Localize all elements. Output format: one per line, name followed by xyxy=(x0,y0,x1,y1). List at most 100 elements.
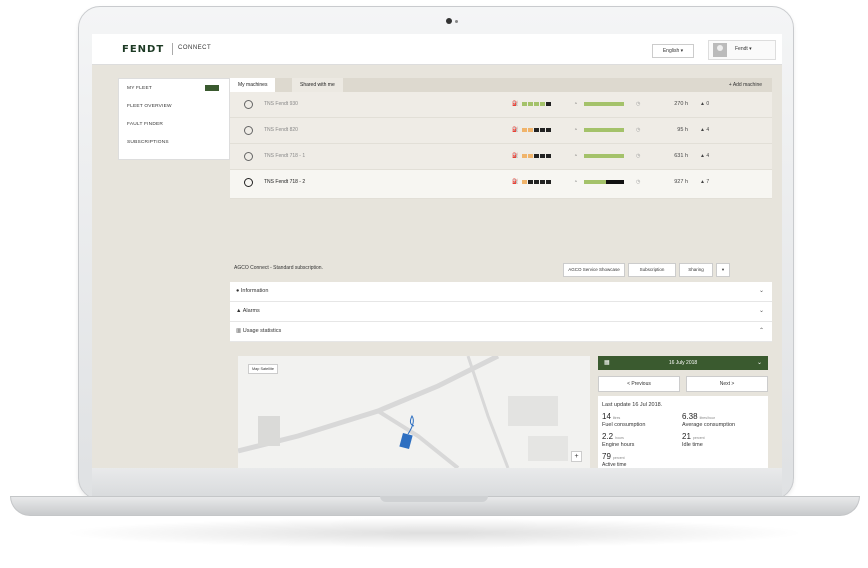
machine-map[interactable]: Map Satellite + xyxy=(238,356,590,468)
active-time-value: 79 percent xyxy=(602,452,625,461)
main-content: My machines Shared with me + Add machine… xyxy=(230,78,772,468)
machine-name: TNS Fendt 718 - 2 xyxy=(264,179,306,185)
engine-hours: 927 h xyxy=(674,179,688,185)
info-icon: ● xyxy=(236,288,240,294)
chevron-down-icon: ⌄ xyxy=(756,360,762,366)
alert-icon: ▲ xyxy=(700,127,705,133)
alert-icon: ▲ xyxy=(700,153,705,159)
engine-hours-value: 2.2 hours xyxy=(602,432,624,441)
subscription-button[interactable]: Subscription xyxy=(628,263,676,277)
average-consumption-label: Average consumption xyxy=(682,422,736,428)
gauge-icon: ◔ xyxy=(574,101,578,107)
status-bar xyxy=(584,154,624,158)
alarm-count: ▲ 4 xyxy=(700,127,710,133)
alarm-count: ▲ 7 xyxy=(700,179,710,185)
language-selector[interactable]: English ▾ xyxy=(652,44,694,58)
machine-name: TNS Fendt 718 - 1 xyxy=(264,153,306,159)
accordion-usage-statistics[interactable]: ▥ Usage statistics ⌃ xyxy=(230,322,772,342)
machine-row[interactable]: TNS Fendt 718 - 1 ⛽ ◔ ◷ 631 h ▲ 4 xyxy=(230,144,772,170)
alert-icon: ▲ xyxy=(236,308,242,314)
last-update: Last update 16 Jul 2018. xyxy=(602,402,663,408)
status-bar xyxy=(584,128,624,132)
zoom-in-button[interactable]: + xyxy=(571,451,582,462)
clock-icon: ◷ xyxy=(636,179,641,185)
fuel-icon: ⛽ xyxy=(512,101,519,107)
fuel-consumption-value: 14 litres xyxy=(602,412,621,421)
engine-hours-label: Engine hours xyxy=(602,442,635,448)
idle-time-label: Idle time xyxy=(682,442,703,448)
sharing-button[interactable]: Sharing xyxy=(679,263,713,277)
date-picker[interactable]: ▦ 16 July 2018 ⌄ xyxy=(598,356,768,370)
accordion-label: ▲ Alarms xyxy=(236,308,260,314)
chevron-down-icon: ⌄ xyxy=(758,308,764,314)
fleet-badge xyxy=(205,85,219,91)
language-label: English xyxy=(662,48,680,54)
usage-panel: ▦ 16 July 2018 ⌄ < Previous Next > Last … xyxy=(598,356,768,468)
subscription-text: AGCO Connect - Standard subscription. xyxy=(234,265,323,271)
logo-separator xyxy=(172,43,173,55)
gauge-icon: ◔ xyxy=(574,127,578,133)
alarm-count: ▲ 4 xyxy=(700,153,710,159)
power-icon[interactable] xyxy=(244,152,253,161)
alert-icon: ▲ xyxy=(700,179,705,185)
top-bar: FENDT CONNECT English ▾ Fendt ▾ xyxy=(92,34,782,65)
more-button[interactable]: ▾ xyxy=(716,263,730,277)
machine-row[interactable]: TNS Fendt 820 ⛽ ◔ ◷ 95 h ▲ 4 xyxy=(230,118,772,144)
idle-time-value: 21 percent xyxy=(682,432,705,441)
tab-my-machines[interactable]: My machines xyxy=(230,78,276,92)
user-menu[interactable]: Fendt ▾ xyxy=(708,40,776,60)
gauge-icon: ◔ xyxy=(574,153,578,159)
chevron-down-icon: ⌄ xyxy=(758,288,764,294)
subscription-bar: AGCO Connect - Standard subscription. AG… xyxy=(230,258,772,280)
clock-icon: ◷ xyxy=(636,101,641,107)
status-bar xyxy=(584,180,624,184)
user-name: Fendt ▾ xyxy=(735,46,752,52)
alarm-count: ▲ 0 xyxy=(700,101,710,107)
clock-icon: ◷ xyxy=(636,127,641,133)
selected-date: 16 July 2018 xyxy=(668,360,698,366)
tab-shared-with-me[interactable]: Shared with me xyxy=(292,78,343,92)
fuel-consumption-label: Fuel consumption xyxy=(602,422,646,428)
machine-tabs: My machines Shared with me + Add machine xyxy=(230,78,772,92)
machine-row-selected[interactable]: TNS Fendt 718 - 2 ⛽ ◔ ◷ 927 h ▲ 7 xyxy=(230,170,772,199)
webcam-indicator xyxy=(455,20,458,23)
laptop-shadow xyxy=(60,518,808,548)
service-showcase-button[interactable]: AGCO Service Showcase xyxy=(563,263,625,277)
laptop-chin xyxy=(92,468,782,496)
accordion-information[interactable]: ● Information ⌄ xyxy=(230,282,772,302)
product-name: CONNECT xyxy=(178,45,212,51)
clock-icon: ◷ xyxy=(636,153,641,159)
map-graphic xyxy=(238,356,568,468)
next-button[interactable]: Next > xyxy=(686,376,768,392)
webcam-icon xyxy=(446,18,452,24)
sidebar-item-fault-finder[interactable]: FAULT FINDER xyxy=(127,122,163,127)
gauge-icon: ◔ xyxy=(574,179,578,185)
fuel-icon: ⛽ xyxy=(512,153,519,159)
fuel-icon: ⛽ xyxy=(512,127,519,133)
average-consumption-value: 6.38 litres/hour xyxy=(682,412,715,421)
alert-icon: ▲ xyxy=(700,101,705,107)
power-icon[interactable] xyxy=(244,126,253,135)
power-icon[interactable] xyxy=(244,178,253,187)
sidebar-item-subscriptions[interactable]: SUBSCRIPTIONS xyxy=(127,140,169,145)
power-icon[interactable] xyxy=(244,100,253,109)
machine-name: TNS Fendt 930 xyxy=(264,101,298,107)
accordion-alarms[interactable]: ▲ Alarms ⌄ xyxy=(230,302,772,322)
engine-hours: 631 h xyxy=(674,153,688,159)
stats-card: Last update 16 Jul 2018. 14 litres Fuel c… xyxy=(598,396,768,468)
previous-button[interactable]: < Previous xyxy=(598,376,680,392)
engine-hours: 95 h xyxy=(677,127,688,133)
active-time-label: Active time xyxy=(602,462,627,468)
sidebar: MY FLEET FLEET OVERVIEW FAULT FINDER SUB… xyxy=(118,78,230,160)
brand-logo[interactable]: FENDT xyxy=(122,44,164,55)
laptop-base-notch xyxy=(380,496,488,502)
status-bar xyxy=(584,102,624,106)
fuel-icon: ⛽ xyxy=(512,179,519,185)
engine-hours: 270 h xyxy=(674,101,688,107)
sidebar-item-fleet-overview[interactable]: FLEET OVERVIEW xyxy=(127,104,172,109)
sidebar-item-my-fleet[interactable]: MY FLEET xyxy=(127,86,152,91)
chart-icon: ▥ xyxy=(236,328,242,334)
map-type-toggle[interactable]: Map Satellite xyxy=(248,364,278,374)
machine-row[interactable]: TNS Fendt 930 ⛽ ◔ ◷ 270 h ▲ 0 xyxy=(230,92,772,118)
add-machine-button[interactable]: + Add machine xyxy=(729,78,762,92)
